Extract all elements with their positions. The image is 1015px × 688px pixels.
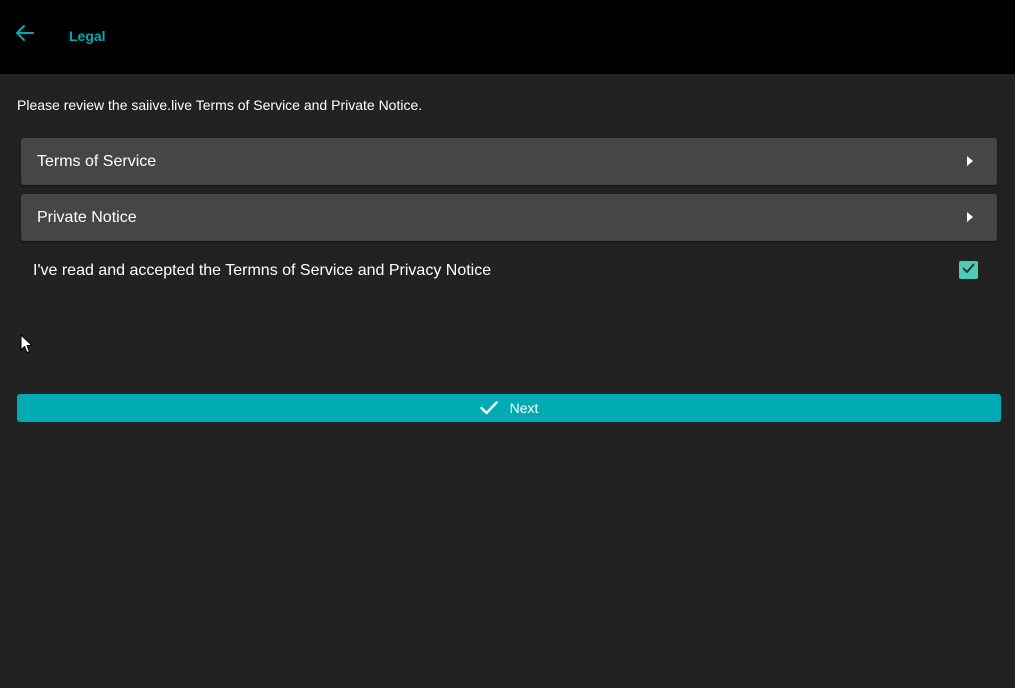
section-label: Private Notice	[37, 209, 137, 226]
next-button-label: Next	[509, 400, 539, 416]
accept-label: I've read and accepted the Termns of Ser…	[33, 262, 492, 279]
checkmark-icon	[962, 261, 975, 279]
app-window: Legal Please review the saiive.live Term…	[0, 0, 1015, 688]
page-title: Legal	[69, 28, 106, 44]
top-bar: Legal	[0, 0, 1015, 74]
private-notice-item[interactable]: Private Notice	[21, 194, 997, 241]
section-label: Terms of Service	[37, 153, 157, 170]
accept-checkbox[interactable]	[959, 261, 978, 279]
check-icon	[479, 401, 498, 415]
accept-row: I've read and accepted the Termns of Ser…	[21, 254, 997, 288]
back-button[interactable]	[10, 20, 40, 50]
terms-of-service-item[interactable]: Terms of Service	[21, 138, 997, 185]
chevron-right-icon	[967, 212, 973, 222]
arrow-left-icon	[15, 24, 35, 47]
next-button[interactable]: Next	[17, 394, 1001, 422]
chevron-right-icon	[967, 156, 973, 166]
intro-text: Please review the saiive.live Terms of S…	[17, 97, 423, 113]
mouse-cursor-icon	[20, 334, 34, 359]
